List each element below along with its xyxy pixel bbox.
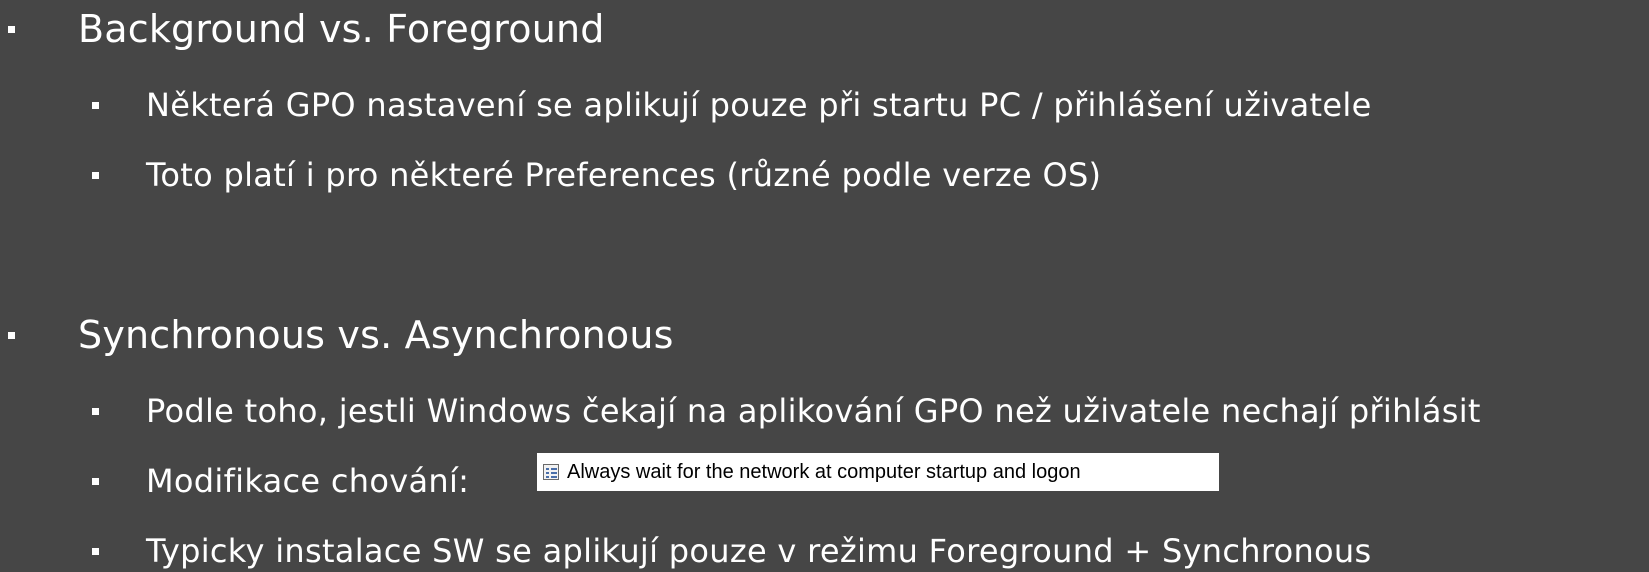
- bullet-marker: [92, 408, 99, 415]
- sub-bullet-text: Podle toho, jestli Windows čekají na apl…: [146, 392, 1481, 430]
- bullet-marker: [92, 478, 99, 485]
- section-heading: Synchronous vs. Asynchronous: [78, 313, 674, 357]
- policy-setting-icon: [543, 464, 559, 480]
- bullet-marker: [92, 548, 99, 555]
- sub-bullet-text: Některá GPO nastavení se aplikují pouze …: [146, 86, 1372, 124]
- section-heading: Background vs. Foreground: [78, 7, 605, 51]
- sub-bullet-text: Typicky instalace SW se aplikují pouze v…: [146, 532, 1372, 570]
- sub-bullet-text: Modifikace chování:: [146, 462, 470, 500]
- sub-bullet-text: Toto platí i pro některé Preferences (rů…: [146, 156, 1102, 194]
- policy-setting-screenshot: Always wait for the network at computer …: [537, 453, 1219, 491]
- bullet-marker: [92, 172, 99, 179]
- bullet-marker: [8, 332, 15, 339]
- bullet-marker: [92, 102, 99, 109]
- policy-setting-label: Always wait for the network at computer …: [567, 460, 1081, 483]
- bullet-marker: [8, 26, 15, 33]
